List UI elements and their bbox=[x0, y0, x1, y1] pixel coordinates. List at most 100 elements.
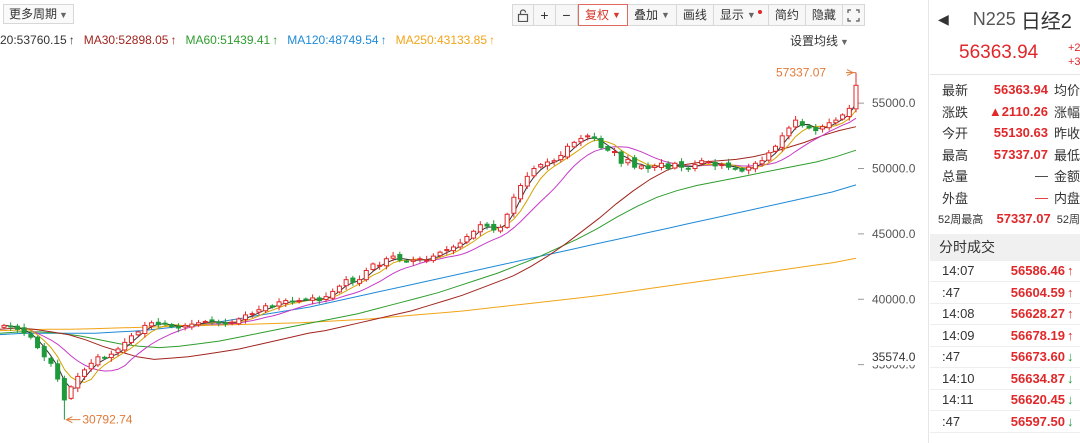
fullscreen-icon bbox=[847, 8, 860, 22]
candle-body bbox=[48, 357, 54, 364]
fullscreen-button[interactable] bbox=[842, 4, 865, 26]
candle-body bbox=[303, 298, 309, 301]
stat-value: — bbox=[1034, 168, 1048, 184]
ma30-line bbox=[0, 126, 857, 360]
stat-label-2: 内盘 bbox=[1053, 190, 1080, 206]
set-ma-button[interactable]: 设置均线 ▼ bbox=[790, 32, 849, 49]
candle-body bbox=[222, 322, 228, 325]
candle-body bbox=[263, 305, 269, 312]
candle-body bbox=[625, 158, 631, 164]
trade-time: :47 bbox=[942, 349, 961, 365]
stat-value: ▲2110.26 bbox=[988, 103, 1048, 119]
draw-button[interactable]: 画线 bbox=[676, 4, 714, 26]
candle-body bbox=[377, 264, 383, 267]
candle-body bbox=[732, 167, 738, 170]
trade-time: 14:10 bbox=[942, 370, 975, 386]
stat-label: 最新 bbox=[942, 83, 969, 99]
candle-body bbox=[283, 300, 289, 304]
candle-body bbox=[511, 196, 517, 214]
current-value-label: 35574.0 bbox=[872, 350, 916, 364]
trade-price: 56586.46 bbox=[1010, 263, 1065, 279]
candle-body bbox=[202, 320, 208, 323]
candle-body bbox=[618, 151, 624, 164]
candle-body bbox=[672, 162, 678, 169]
candle-body bbox=[739, 168, 745, 172]
notification-dot-icon bbox=[757, 10, 762, 14]
high-label: 57337.07 bbox=[776, 66, 826, 80]
candle-body bbox=[846, 107, 852, 117]
candle-body bbox=[638, 165, 644, 169]
candle-body bbox=[544, 161, 550, 167]
candle-body bbox=[457, 242, 463, 248]
stat-label: 涨跌 bbox=[942, 104, 969, 120]
hide-button[interactable]: 隐藏 bbox=[805, 4, 843, 26]
candle-body bbox=[142, 324, 148, 335]
ma60-legend: MA60:51439.41 ↑ bbox=[185, 33, 278, 49]
last-price: 56363.94 bbox=[959, 42, 1039, 63]
trade-row[interactable]: 14:10 56634.87 ↓ bbox=[930, 368, 1080, 390]
zoom-in-button[interactable]: + bbox=[534, 4, 556, 26]
stat-label-2: 金额 bbox=[1053, 169, 1080, 185]
kline-chart-area[interactable]: 55000.050000.045000.040000.035000.035574… bbox=[0, 0, 928, 443]
period-toolbar: 更多周期 ▼ bbox=[3, 4, 74, 24]
candle-body bbox=[236, 318, 242, 325]
zoom-out-button[interactable]: − bbox=[556, 4, 578, 26]
candle-body bbox=[216, 321, 222, 324]
quote-header: ◀ N225 日经2 bbox=[930, 0, 1080, 38]
candle-body bbox=[524, 175, 530, 187]
candle-body bbox=[766, 152, 772, 161]
stat-row: 今开 55130.63 昨收 bbox=[930, 122, 1080, 144]
trade-row[interactable]: 14:07 56586.46 ↑ bbox=[930, 261, 1080, 282]
candle-body bbox=[102, 356, 108, 359]
trade-row[interactable]: 14:09 56678.19 ↑ bbox=[930, 325, 1080, 347]
adjust-button[interactable]: 复权 ▼ bbox=[578, 4, 628, 26]
candle-body bbox=[726, 162, 732, 168]
trade-row[interactable]: :47 56604.59 ↑ bbox=[930, 282, 1080, 304]
lock-button[interactable] bbox=[512, 4, 534, 26]
candle-body bbox=[1, 324, 7, 328]
trade-time: 14:11 bbox=[942, 392, 974, 408]
candle-body bbox=[370, 263, 376, 270]
ma-legend: 20:53760.15 ↑ MA30:52898.05 ↑ MA60:51439.4… bbox=[0, 33, 495, 49]
stat-value: 56363.94 bbox=[993, 82, 1048, 98]
trade-price: 56673.60 bbox=[1010, 349, 1065, 365]
candle-body bbox=[840, 114, 846, 120]
minus-icon: − bbox=[562, 7, 571, 23]
stat-value: — bbox=[1034, 189, 1048, 205]
candle-body bbox=[149, 322, 155, 327]
candle-body bbox=[464, 236, 470, 243]
ma250-value: MA250:43133.85 bbox=[395, 33, 488, 47]
trade-row[interactable]: 14:08 56628.27 ↑ bbox=[930, 304, 1080, 325]
candle-body bbox=[752, 162, 758, 170]
display-button[interactable]: 显示 ▼ bbox=[713, 4, 769, 26]
trade-row[interactable]: :47 56673.60 ↓ bbox=[930, 347, 1080, 368]
candle-body bbox=[424, 259, 430, 262]
back-arrow-icon[interactable]: ◀ bbox=[938, 11, 949, 28]
candle-body bbox=[135, 331, 141, 336]
kline-chart[interactable]: 55000.050000.045000.040000.035000.035574… bbox=[0, 0, 928, 443]
trade-time: :47 bbox=[942, 413, 961, 429]
overlay-button[interactable]: 叠加 ▼ bbox=[627, 4, 677, 26]
chevron-down-icon: ▼ bbox=[840, 37, 849, 47]
candle-body bbox=[357, 279, 363, 284]
candle-body bbox=[28, 333, 34, 338]
candle-body bbox=[108, 353, 114, 359]
candle-body bbox=[155, 321, 161, 326]
candle-body bbox=[316, 297, 322, 302]
period-select[interactable]: 更多周期 ▼ bbox=[3, 4, 74, 24]
ma250-legend: MA250:43133.85 ↑ bbox=[396, 33, 495, 49]
simple-button[interactable]: 简约 bbox=[768, 4, 806, 26]
candle-body bbox=[75, 375, 81, 389]
ma20-value: 20:53760.15 bbox=[0, 33, 67, 47]
display-label: 显示 bbox=[719, 8, 744, 22]
candle-body bbox=[350, 277, 356, 283]
candle-body bbox=[772, 145, 779, 152]
trade-row[interactable]: 14:11 56620.45 ↓ bbox=[930, 390, 1080, 411]
stat-label: 今开 bbox=[942, 126, 969, 142]
candle-body bbox=[679, 161, 685, 168]
trade-price: 56597.50 bbox=[1010, 413, 1065, 429]
candle-body bbox=[793, 119, 799, 128]
plus-icon: + bbox=[540, 7, 549, 23]
trade-row[interactable]: :47 56597.50 ↓ bbox=[930, 411, 1080, 433]
candle-body bbox=[61, 377, 67, 401]
